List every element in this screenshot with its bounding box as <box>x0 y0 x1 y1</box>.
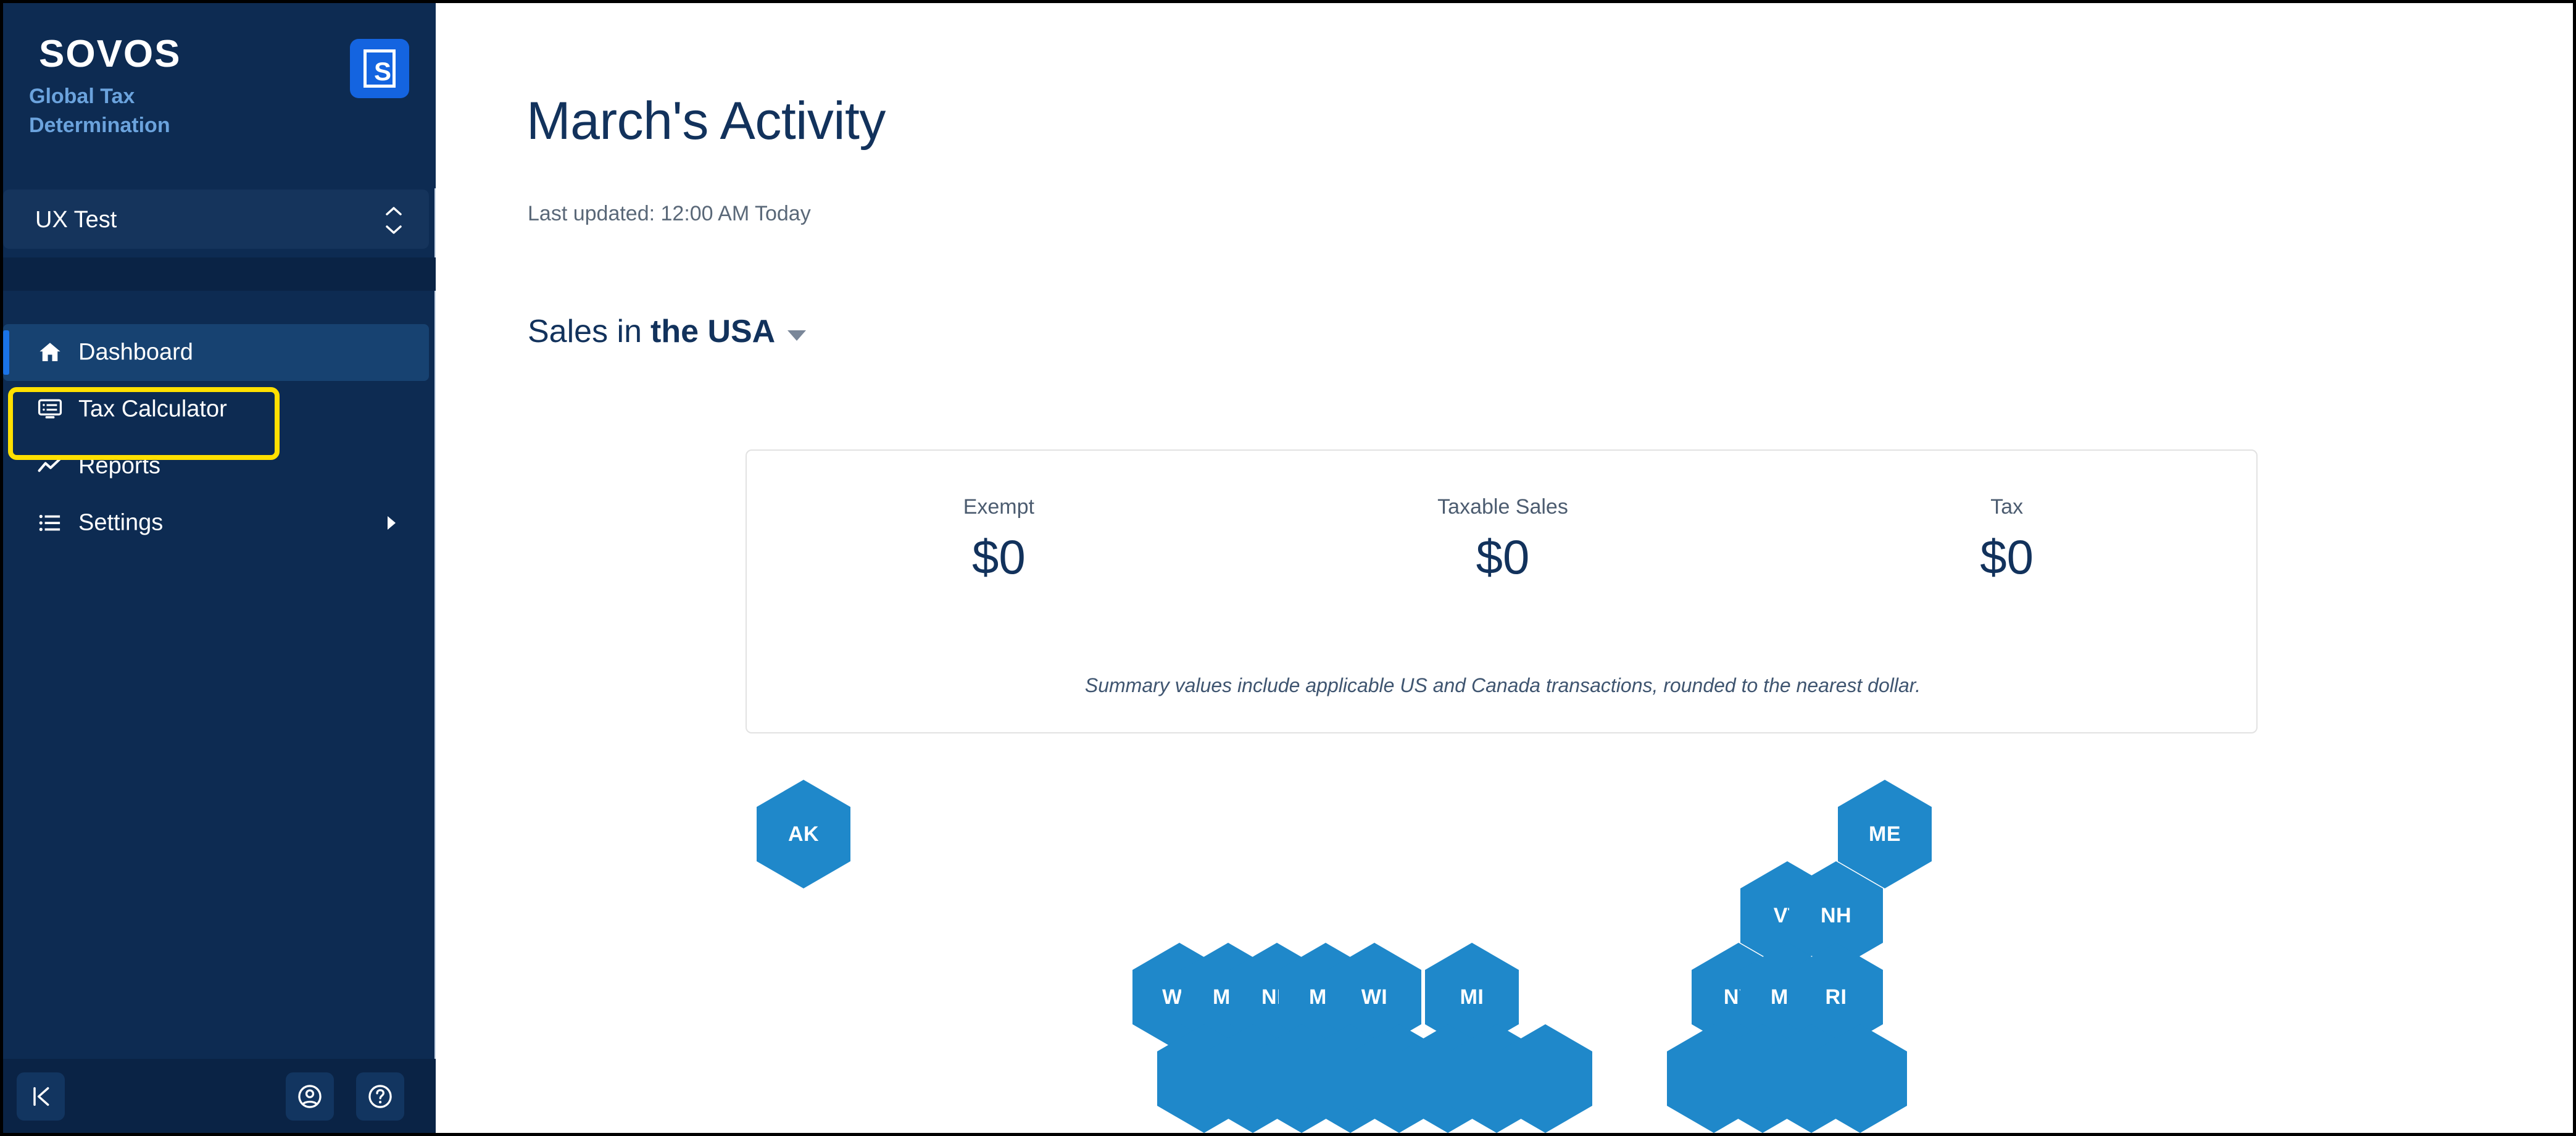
app-window: SOVOS Global Tax Determination S UX Test <box>3 3 2573 1133</box>
metric-label: Exempt <box>963 495 1034 519</box>
metric-value: $0 <box>1980 530 2034 584</box>
sidebar-item-dashboard[interactable]: Dashboard <box>3 324 429 381</box>
home-icon <box>35 338 65 367</box>
hex-state-label: RI <box>1825 985 1847 1009</box>
selector-updown-icon <box>383 206 404 235</box>
metrics-row: Exempt $0 Taxable Sales $0 Tax $0 <box>747 495 2259 581</box>
sidebar-item-tax-calculator[interactable]: Tax Calculator <box>3 381 429 438</box>
metric-tax: Tax $0 <box>1755 495 2259 581</box>
brand-name: SOVOS <box>39 33 181 75</box>
chevron-right-icon <box>383 515 399 531</box>
account-circle-icon[interactable] <box>286 1072 334 1121</box>
list-icon <box>35 508 65 538</box>
summary-footnote: Summary values include applicable US and… <box>1084 674 1921 696</box>
sidebar-item-label: Settings <box>78 509 164 536</box>
metric-taxable-sales: Taxable Sales $0 <box>1251 495 1755 581</box>
main-content: March's Activity Last updated: 12:00 AM … <box>437 3 2573 1133</box>
trend-line-icon <box>35 451 65 481</box>
page-title: March's Activity <box>526 91 886 151</box>
brand-area: SOVOS Global Tax Determination S <box>3 3 436 188</box>
metric-value: $0 <box>1476 530 1530 584</box>
region-selector-prefix: Sales in <box>528 314 642 349</box>
region-selector[interactable]: Sales in the USA <box>528 313 807 350</box>
hex-state-ak[interactable]: AK <box>757 780 850 888</box>
summary-card: Exempt $0 Taxable Sales $0 Tax $0 Summar… <box>746 449 2258 733</box>
hex-state-label: AK <box>787 822 820 846</box>
sidebar-item-reports[interactable]: Reports <box>3 438 429 495</box>
metric-label: Taxable Sales <box>1437 495 1568 519</box>
sidebar-item-label: Reports <box>78 453 161 479</box>
metric-label: Tax <box>1990 495 2024 519</box>
help-circle-icon[interactable] <box>356 1072 404 1121</box>
tenant-label: UX Test <box>35 207 117 233</box>
hex-state-label: ME <box>1869 822 1901 846</box>
sidebar: SOVOS Global Tax Determination S UX Test <box>3 3 436 1133</box>
us-state-hex-map: AK ME VT NH WA MT ND MN WI MI NY MA RI <box>437 756 2573 1133</box>
region-selector-value: the USA <box>650 314 776 349</box>
metric-exempt: Exempt $0 <box>747 495 1251 581</box>
sovos-logo-icon: S <box>350 39 409 98</box>
sidebar-item-settings[interactable]: Settings <box>3 495 429 551</box>
logo-letter: S <box>373 57 391 86</box>
sidebar-item-label: Tax Calculator <box>78 396 227 422</box>
collapse-left-icon[interactable] <box>17 1072 65 1121</box>
tenant-selector[interactable]: UX Test <box>3 190 429 249</box>
nav-list: Dashboard Tax Calculator Reports Setting… <box>3 324 436 551</box>
sidebar-divider <box>3 257 436 291</box>
sidebar-item-label: Dashboard <box>78 339 193 365</box>
monitor-list-icon <box>35 395 65 424</box>
hex-state-label: WI <box>1361 985 1388 1009</box>
metric-value: $0 <box>971 530 1026 584</box>
last-updated-text: Last updated: 12:00 AM Today <box>528 202 811 225</box>
sidebar-footer <box>3 1059 436 1133</box>
hex-state-label: NH <box>1820 903 1852 927</box>
brand-tagline: Global Tax Determination <box>29 85 170 137</box>
hex-state-label: MI <box>1460 985 1484 1009</box>
chevron-down-icon <box>787 330 807 341</box>
